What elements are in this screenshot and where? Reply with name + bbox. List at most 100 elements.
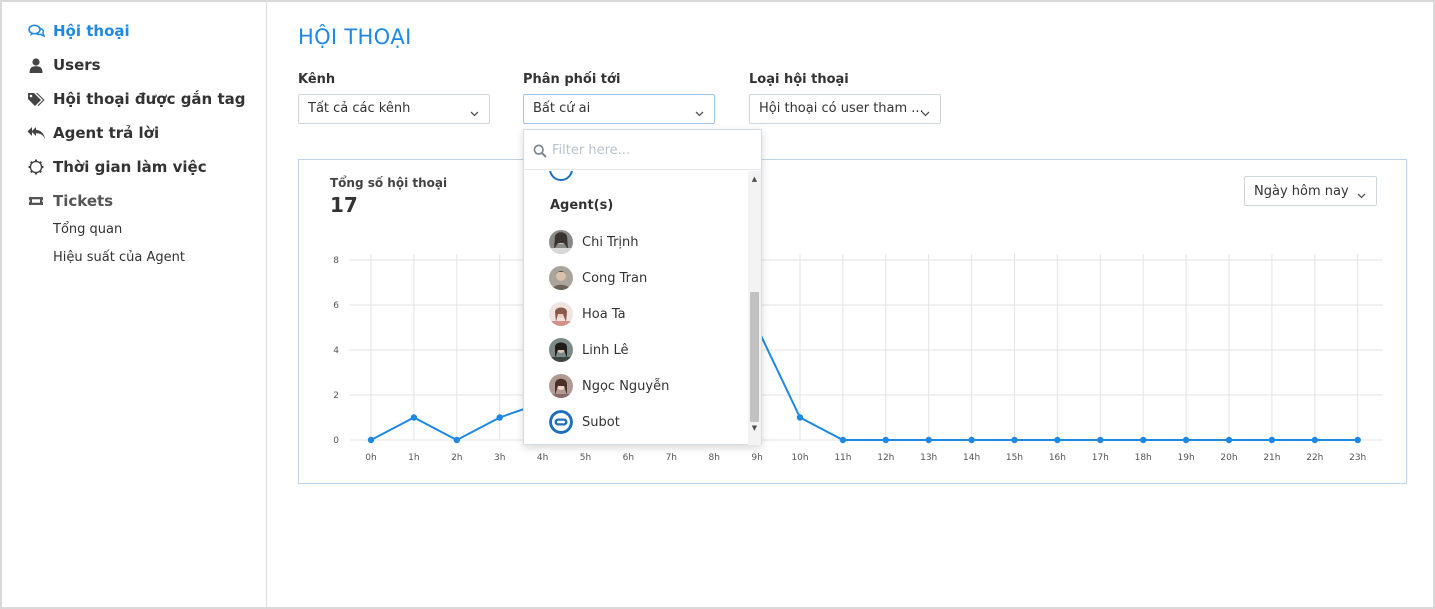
avatar	[549, 302, 573, 326]
dropdown-item-label: Subot	[582, 414, 620, 430]
dropdown-group-label: Agent(s)	[550, 198, 614, 213]
total-conversations-value: 17	[330, 193, 358, 217]
channel-select[interactable]: Tất cả các kênh	[298, 94, 490, 124]
assigned-to-dropdown: Agent(s) Chi Trịnh Cong Tran Hoa Ta Linh…	[523, 129, 762, 445]
page-title: HỘI THOẠI	[298, 25, 412, 49]
assigned-to-select-value: Bất cứ ai	[533, 101, 591, 116]
partial-item-avatar	[549, 171, 573, 181]
data-point	[1011, 436, 1018, 444]
chevron-down-icon	[921, 106, 930, 121]
dropdown-item-label: Cong Tran	[582, 270, 648, 286]
dropdown-item-agent[interactable]: Cong Tran	[524, 260, 748, 296]
chevron-down-icon	[1357, 188, 1366, 203]
data-point	[410, 414, 418, 421]
sidebar-item-label: Thời gian làm việc	[53, 158, 207, 176]
data-point	[1054, 436, 1061, 444]
reply-all-icon	[26, 125, 46, 141]
dropdown-filter-input[interactable]	[552, 141, 747, 159]
sidebar-item-label: Agent trả lời	[53, 124, 160, 142]
conversations-chart-card: 0 2 4 6 8 0h 1h 2h 3h 4h 5h 6h 7h 8h 9h 10h 11h 12h 13h 14h…	[298, 159, 1407, 484]
dropdown-item-agent[interactable]: Chi Trịnh	[524, 224, 748, 260]
y-tick-label: 0	[333, 436, 339, 446]
dropdown-item-label: Ngọc Nguyễn	[582, 378, 670, 394]
x-tick-label: 4h	[537, 453, 548, 463]
x-tick-label: 21h	[1263, 453, 1280, 463]
data-point	[1097, 436, 1104, 444]
data-point	[796, 414, 804, 421]
sidebar-item-working-time[interactable]: Thời gian làm việc	[26, 158, 207, 176]
line-chart: 0 2 4 6 8 0h 1h 2h 3h 4h 5h 6h 7h 8h 9h 10h 11h 12h 13h 14h…	[333, 254, 1383, 463]
dropdown-scrollbar[interactable]: ▲ ▼	[748, 171, 761, 445]
x-tick-label: 6h	[623, 453, 634, 463]
sidebar-item-label: Tickets	[53, 192, 114, 210]
conversation-type-select-value: Hội thoại có user tham ...	[759, 101, 924, 116]
sidebar-item-tickets[interactable]: Tickets	[26, 192, 113, 210]
x-tick-label: 15h	[1006, 453, 1023, 463]
sidebar-item-tagged-conversations[interactable]: Hội thoại được gắn tag	[26, 90, 246, 108]
dropdown-item-bot[interactable]: Subot	[524, 404, 748, 440]
data-point	[1311, 436, 1318, 444]
date-range-select[interactable]: Ngày hôm nay	[1244, 176, 1377, 206]
x-tick-label: 10h	[791, 453, 808, 463]
x-tick-label: 3h	[494, 453, 505, 463]
x-tick-label: 18h	[1135, 453, 1152, 463]
sidebar-item-agent-replies[interactable]: Agent trả lời	[26, 124, 159, 142]
x-tick-label: 20h	[1220, 453, 1237, 463]
assigned-to-select[interactable]: Bất cứ ai	[523, 94, 715, 124]
ticket-icon	[26, 193, 46, 209]
sidebar-item-label: Hội thoại	[53, 22, 130, 40]
chevron-down-icon	[470, 106, 479, 121]
data-point	[1225, 436, 1233, 444]
data-point	[1268, 436, 1276, 444]
data-point	[496, 414, 503, 421]
sidebar-subitem-overview[interactable]: Tổng quan	[53, 222, 122, 237]
x-tick-label: 12h	[877, 453, 894, 463]
x-tick-label: 9h	[751, 453, 762, 463]
filter-label-conversation-type: Loại hội thoại	[749, 72, 849, 87]
data-point	[453, 436, 460, 444]
dropdown-item-label: Linh Lê	[582, 342, 629, 358]
dropdown-item-agent[interactable]: Linh Lê	[524, 332, 748, 368]
chevron-down-icon	[695, 106, 704, 121]
avatar	[549, 374, 573, 398]
sidebar-subitem-agent-performance[interactable]: Hiệu suất của Agent	[53, 250, 185, 265]
scroll-up-arrow-icon[interactable]: ▲	[750, 174, 759, 184]
data-point	[367, 436, 375, 444]
data-point	[1140, 436, 1147, 444]
x-tick-label: 7h	[666, 453, 677, 463]
dropdown-item-agent[interactable]: Ngọc Nguyễn	[524, 368, 748, 404]
total-conversations-label: Tổng số hội thoại	[330, 176, 448, 190]
dropdown-item-label: Hoa Ta	[582, 306, 626, 322]
filter-label-channel: Kênh	[298, 72, 336, 87]
sidebar-item-label: Hội thoại được gắn tag	[53, 90, 246, 108]
sidebar-item-users[interactable]: Users	[26, 56, 101, 74]
chat-bubbles-icon	[26, 23, 46, 39]
dropdown-item-agent[interactable]: Hoa Ta	[524, 296, 748, 332]
sidebar-item-label: Users	[53, 56, 101, 74]
y-tick-label: 6	[333, 301, 339, 311]
dropdown-list: Agent(s) Chi Trịnh Cong Tran Hoa Ta Linh…	[524, 171, 748, 445]
y-tick-label: 8	[333, 256, 339, 266]
x-tick-label: 23h	[1349, 453, 1366, 463]
data-point	[925, 436, 932, 444]
series-line	[370, 326, 1358, 442]
x-tick-label: 13h	[920, 453, 937, 463]
conversation-type-select[interactable]: Hội thoại có user tham ...	[749, 94, 941, 124]
avatar	[549, 230, 573, 254]
x-tick-label: 0h	[365, 453, 376, 463]
x-tick-label: 16h	[1049, 453, 1066, 463]
sidebar-item-conversations[interactable]: Hội thoại	[26, 22, 130, 40]
x-tick-label: 17h	[1092, 453, 1109, 463]
data-point	[1354, 436, 1361, 444]
scrollbar-thumb[interactable]	[750, 292, 759, 422]
dropdown-filter	[524, 130, 761, 170]
scroll-down-arrow-icon[interactable]: ▼	[750, 423, 759, 433]
x-tick-label: 5h	[580, 453, 591, 463]
date-range-value: Ngày hôm nay	[1254, 184, 1349, 199]
user-icon	[26, 57, 46, 73]
x-tick-label: 11h	[834, 453, 851, 463]
gear-icon	[26, 159, 46, 175]
search-icon	[533, 143, 547, 162]
dropdown-item-label: Chi Trịnh	[582, 234, 639, 250]
x-tick-label: 8h	[708, 453, 719, 463]
